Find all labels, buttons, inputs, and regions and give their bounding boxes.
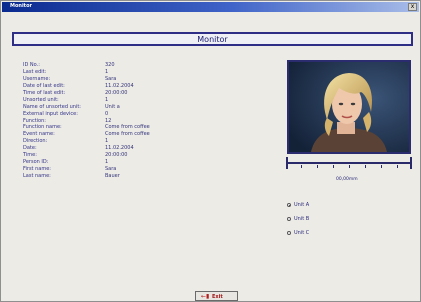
field-value: 11.02.2004 — [105, 82, 134, 89]
field-label: Function name: — [23, 124, 62, 131]
close-button[interactable]: x — [408, 3, 417, 11]
field-value: Sara — [105, 166, 117, 173]
field-value: 20:00:00 — [105, 152, 128, 159]
exit-button[interactable]: ←▮ Exit — [195, 291, 238, 301]
field-id-no: ID No.: 320 — [23, 62, 183, 69]
field-username: Username: Sara — [23, 76, 183, 83]
field-value: 1 — [105, 96, 109, 103]
slider-tick — [397, 165, 398, 168]
radio-label: Unit B — [294, 216, 310, 222]
person-photo — [287, 60, 411, 154]
exit-door-icon: ←▮ — [201, 293, 210, 300]
field-time-of-last-edit: Time of last edit: 20:00:00 — [23, 90, 183, 97]
field-value: 11.02.2004 — [105, 145, 134, 152]
field-value: 12 — [105, 117, 112, 124]
slider-tick — [349, 165, 350, 168]
slider-tick — [333, 165, 334, 168]
field-time: Time: 20:00:00 — [23, 152, 183, 159]
radio-icon[interactable] — [287, 217, 291, 221]
title-bar[interactable]: Monitor x — [2, 2, 419, 12]
field-label: Time: — [23, 152, 37, 159]
field-name-of-unsorted-unit: Name of unsorted unit: Unit a — [23, 104, 183, 111]
field-label: Last edit: — [23, 68, 47, 75]
field-value: 1 — [105, 138, 109, 145]
field-label: ID No.: — [23, 62, 40, 68]
field-label: Last name: — [23, 173, 51, 179]
close-icon: x — [410, 3, 415, 10]
field-direction: Direction: 1 — [23, 138, 183, 145]
radio-label: Unit A — [294, 202, 310, 208]
field-value: Come from coffee — [105, 124, 150, 131]
field-label: First name: — [23, 166, 51, 173]
radio-label: Unit C — [294, 230, 310, 236]
field-unsorted-unit: Unsorted unit: 1 — [23, 97, 183, 104]
field-label: Unsorted unit: — [23, 96, 59, 103]
field-event-name: Event name: Come from coffee — [23, 131, 183, 138]
field-label: Person ID: — [23, 159, 49, 166]
person-portrait-icon — [289, 62, 409, 152]
field-label: Date of last edit: — [23, 82, 65, 89]
field-function-name: Function name: Come from coffee — [23, 124, 183, 131]
window-title: Monitor — [10, 3, 32, 9]
field-label: External input device: — [23, 110, 78, 117]
field-label: Date: — [23, 145, 37, 152]
field-last-name: Last name: Bauer — [23, 173, 183, 180]
slider-track[interactable] — [288, 162, 410, 164]
field-value: Sara — [105, 75, 117, 82]
slider-tick — [317, 165, 318, 168]
distance-slider[interactable] — [286, 157, 412, 169]
field-value: 1 — [105, 159, 109, 166]
radio-icon[interactable] — [287, 231, 291, 235]
radio-selected-icon[interactable] — [287, 203, 291, 207]
field-first-name: First name: Sara — [23, 166, 183, 173]
slider-tick — [301, 165, 302, 168]
field-last-edit: Last edit: 1 — [23, 69, 183, 76]
field-date-of-last-edit: Date of last edit: 11.02.2004 — [23, 83, 183, 90]
slider-tick — [365, 165, 366, 168]
field-external-input-device: External input device: 0 — [23, 111, 183, 118]
field-label: Name of unsorted unit: — [23, 103, 81, 110]
page-title: Monitor — [197, 35, 228, 44]
slider-readout: 00,00mm — [336, 177, 358, 182]
record-details: ID No.: 320 Last edit: 1 Username: Sara Dat… — [23, 62, 183, 180]
field-value: Bauer — [105, 173, 120, 179]
exit-label: Exit — [212, 294, 223, 300]
field-label: Time of last edit: — [23, 89, 66, 96]
header-panel: Monitor — [12, 32, 413, 46]
field-function: Function: 12 — [23, 118, 183, 125]
field-value: 0 — [105, 110, 109, 117]
slider-tick — [381, 165, 382, 168]
field-date: Date: 11.02.2004 — [23, 145, 183, 152]
field-label: Function: — [23, 117, 46, 124]
field-label: Direction: — [23, 138, 48, 145]
field-value: 1 — [105, 68, 109, 75]
field-value: Unit a — [105, 103, 120, 110]
monitor-window: Monitor x Monitor ID No.: 320 Last edit: 1… — [0, 0, 421, 302]
field-value: 20:00:00 — [105, 89, 128, 96]
field-label: Username: — [23, 75, 51, 82]
field-value: 320 — [105, 62, 115, 68]
field-value: Come from coffee — [105, 131, 150, 138]
slider-right-stop — [410, 157, 412, 169]
field-person-id: Person ID: 1 — [23, 159, 183, 166]
field-label: Event name: — [23, 131, 55, 138]
